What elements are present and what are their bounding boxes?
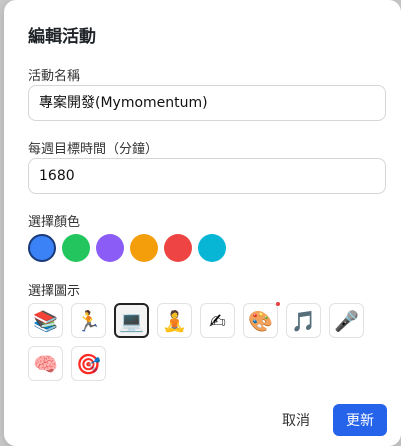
edit-activity-dialog: 編輯活動 活動名稱 專案開發(Mymomentum) 每週目標時間（分鐘） 16… xyxy=(4,0,401,446)
icon-option-meditation[interactable]: 🧘 xyxy=(157,303,192,338)
icon-option-palette[interactable]: 🎨 xyxy=(243,302,280,338)
activity-name-label: 活動名稱 xyxy=(28,69,81,84)
laptop-icon: 💻 xyxy=(119,308,144,333)
weekly-target-label: 每週目標時間（分鐘） xyxy=(28,142,159,157)
weekly-target-input[interactable]: 1680 xyxy=(28,158,386,194)
meditation-icon: 🧘 xyxy=(162,308,187,333)
update-button[interactable]: 更新 xyxy=(333,404,387,436)
color-swatch-orange[interactable] xyxy=(130,234,158,262)
palette-icon: 🎨 xyxy=(248,308,273,333)
icon-option-singer[interactable]: 🎤 xyxy=(329,303,364,338)
icon-option-books[interactable]: 📚 xyxy=(28,303,63,338)
color-swatch-red[interactable] xyxy=(164,234,192,262)
color-swatch-green[interactable] xyxy=(62,234,90,262)
color-swatch-purple[interactable] xyxy=(96,234,124,262)
cancel-button[interactable]: 取消 xyxy=(276,404,316,436)
icon-option-writing[interactable]: ✍ xyxy=(200,303,235,338)
notification-dot xyxy=(276,302,280,306)
icon-option-laptop[interactable]: 💻 xyxy=(114,303,149,338)
books-icon: 📚 xyxy=(33,308,58,333)
icon-option-music-notes[interactable]: 🎵 xyxy=(286,303,321,338)
color-swatch-blue[interactable] xyxy=(28,234,56,262)
dialog-title: 編輯活動 xyxy=(28,27,96,47)
target-icon: 🎯 xyxy=(76,351,101,376)
singer-icon: 🎤 xyxy=(334,308,359,333)
icon-label: 選擇圖示 xyxy=(28,284,81,299)
icon-option-runner[interactable]: 🏃 xyxy=(71,303,106,338)
activity-name-input[interactable]: 專案開發(Mymomentum) xyxy=(28,85,386,121)
music-notes-icon: 🎵 xyxy=(291,308,316,333)
runner-icon: 🏃 xyxy=(76,308,101,333)
color-label: 選擇顏色 xyxy=(28,215,81,230)
icon-option-target[interactable]: 🎯 xyxy=(71,346,106,381)
color-swatch-cyan[interactable] xyxy=(198,234,226,262)
icon-grid: 📚 🏃 💻 🧘 ✍ 🎨 🎵 🎤 🧠 🎯 xyxy=(28,302,378,381)
color-swatches xyxy=(28,234,226,262)
writing-icon: ✍ xyxy=(209,308,226,333)
brain-icon: 🧠 xyxy=(33,351,58,376)
icon-option-brain[interactable]: 🧠 xyxy=(28,346,63,381)
